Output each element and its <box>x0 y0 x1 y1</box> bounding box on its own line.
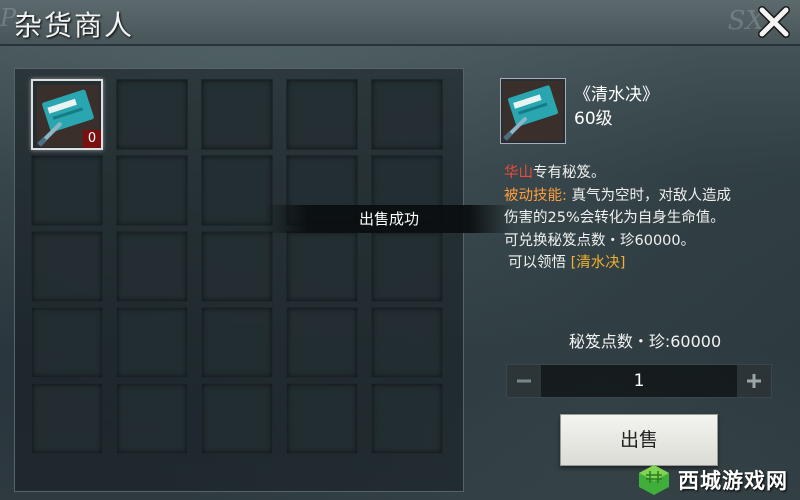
plus-icon <box>747 374 761 388</box>
quantity-stepper: 1 <box>506 364 772 398</box>
inventory-slot[interactable] <box>286 383 358 454</box>
desc-line-skill: 被动技能: 真气为空时，对敌人造成 <box>504 185 794 208</box>
inventory-slot[interactable] <box>31 383 103 454</box>
desc-text: 可以领悟 <box>508 255 571 271</box>
desc-line-sect: 华山专有秘笈。 <box>504 162 794 185</box>
desc-line-learn: 可以领悟 [清水决] <box>504 252 794 275</box>
blue-book-sword-icon <box>503 81 563 141</box>
item-detail-icon-frame <box>500 78 566 144</box>
window-header: P 杂货商人 SX <box>0 0 800 46</box>
item-description: 华山专有秘笈。 被动技能: 真气为空时，对敌人造成 伤害的25%会转化为自身生命… <box>504 162 794 275</box>
desc-line-exchange: 可兑换秘笈点数・珍60000。 <box>504 232 696 249</box>
inventory-slot-selected[interactable]: 0 <box>31 79 103 150</box>
site-watermark: 西城游戏网 <box>636 460 800 500</box>
desc-line-effect: 伤害的25%会转化为自身生命值。 <box>504 210 725 226</box>
inventory-slot[interactable] <box>201 383 273 454</box>
inventory-slot[interactable] <box>116 231 188 302</box>
close-icon <box>758 6 790 38</box>
inventory-slot[interactable] <box>371 231 443 302</box>
quantity-value[interactable]: 1 <box>541 365 737 397</box>
watermark-text: 西城游戏网 <box>678 469 788 493</box>
item-name: 《清水决》 <box>574 85 659 105</box>
window-title: 杂货商人 <box>14 9 135 42</box>
inventory-panel: 0 <box>14 68 464 492</box>
sect-name: 华山 <box>504 165 533 181</box>
sell-success-toast: 出售成功 <box>264 205 514 233</box>
inventory-slot[interactable] <box>116 307 188 378</box>
inventory-slot[interactable] <box>286 79 358 150</box>
inventory-slot[interactable] <box>371 79 443 150</box>
inventory-slot[interactable] <box>201 79 273 150</box>
inventory-slot[interactable] <box>31 231 103 302</box>
learn-skill-link[interactable]: [清水决] <box>571 255 626 271</box>
inventory-slot[interactable] <box>31 307 103 378</box>
watermark-logo-icon <box>639 465 669 495</box>
inventory-slot[interactable] <box>31 155 103 226</box>
desc-text: 专有秘笈。 <box>533 165 606 181</box>
inventory-slot[interactable] <box>201 231 273 302</box>
inventory-slot[interactable] <box>286 231 358 302</box>
inventory-slot[interactable] <box>116 79 188 150</box>
item-level: 60级 <box>574 109 613 129</box>
item-count-badge: 0 <box>83 130 101 148</box>
sell-button[interactable]: 出售 <box>560 414 718 466</box>
minus-icon <box>517 379 531 383</box>
increase-button[interactable] <box>737 365 771 397</box>
inventory-slot[interactable] <box>116 155 188 226</box>
desc-text: 真气为空时，对敌人造成 <box>566 187 731 204</box>
inventory-slot[interactable] <box>201 155 273 226</box>
points-value: 秘笈点数・珍:60000 <box>568 332 722 351</box>
decrease-button[interactable] <box>507 365 541 397</box>
inventory-slot[interactable] <box>371 383 443 454</box>
inventory-slot[interactable] <box>201 307 273 378</box>
inventory-slot[interactable] <box>371 307 443 378</box>
inventory-slot[interactable] <box>116 383 188 454</box>
inventory-grid: 0 <box>31 79 443 454</box>
close-button[interactable] <box>748 0 800 44</box>
inventory-slot[interactable] <box>286 307 358 378</box>
passive-skill-label: 被动技能: <box>504 187 567 204</box>
